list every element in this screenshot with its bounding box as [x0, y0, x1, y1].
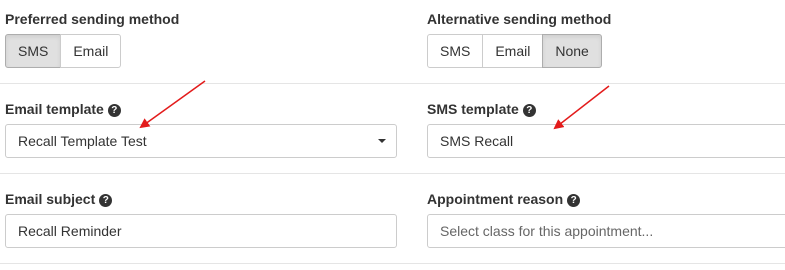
email-subject-label-text: Email subject — [5, 191, 96, 207]
arrow-to-email-template — [139, 80, 206, 129]
preferred-sending-method-group: SMS Email — [5, 34, 122, 68]
divider — [0, 173, 785, 174]
alternative-sending-method-label: Alternative sending method — [427, 11, 611, 27]
email-template-label: Email template? — [5, 101, 121, 117]
alternative-email-button[interactable]: Email — [482, 34, 544, 68]
email-template-label-text: Email template — [5, 101, 104, 117]
email-template-value: Recall Template Test — [18, 133, 147, 149]
appointment-reason-label-text: Appointment reason — [427, 191, 564, 207]
sms-template-value: SMS Recall — [440, 133, 514, 149]
alternative-sending-method-label-text: Alternative sending method — [427, 11, 612, 27]
question-circle-icon[interactable]: ? — [99, 194, 113, 207]
arrow-to-sms-template — [553, 85, 610, 130]
divider — [0, 263, 785, 264]
preferred-email-button[interactable]: Email — [60, 34, 122, 68]
caret-down-icon — [378, 139, 386, 143]
sms-template-select[interactable]: SMS Recall — [427, 124, 785, 158]
question-circle-icon[interactable]: ? — [107, 104, 121, 117]
email-template-select[interactable]: Recall Template Test — [5, 124, 397, 158]
email-subject-label: Email subject? — [5, 191, 113, 207]
email-subject-input[interactable]: Recall Reminder — [5, 214, 397, 248]
preferred-sending-method-label-text: Preferred sending method — [5, 11, 180, 27]
preferred-sms-button[interactable]: SMS — [5, 34, 62, 68]
email-subject-value: Recall Reminder — [18, 223, 122, 239]
preferred-sending-method-label: Preferred sending method — [5, 11, 179, 27]
question-circle-icon[interactable]: ? — [522, 104, 536, 117]
question-circle-icon[interactable]: ? — [567, 194, 581, 207]
appointment-reason-label: Appointment reason? — [427, 191, 581, 207]
appointment-reason-placeholder: Select class for this appointment... — [440, 223, 654, 239]
divider — [0, 83, 785, 84]
appointment-reason-select[interactable]: Select class for this appointment... — [427, 214, 785, 248]
alternative-none-button[interactable]: None — [542, 34, 602, 68]
sms-template-label-text: SMS template — [427, 101, 519, 117]
alternative-sending-method-group: SMS Email None — [427, 34, 602, 68]
alternative-sms-button[interactable]: SMS — [427, 34, 484, 68]
sms-template-label: SMS template? — [427, 101, 536, 117]
